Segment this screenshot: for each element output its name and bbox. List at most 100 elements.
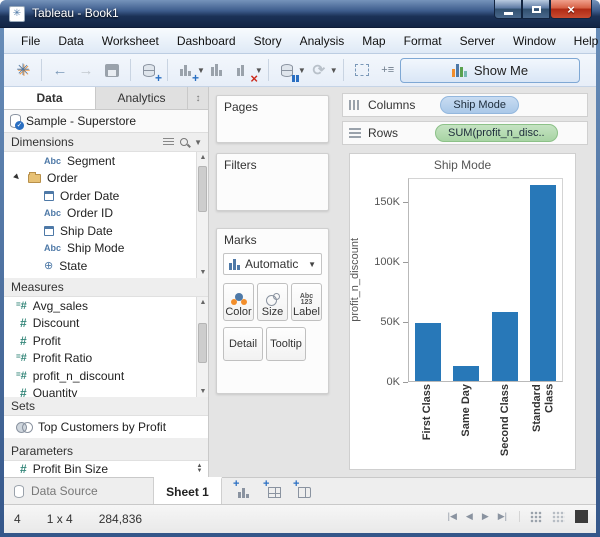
pane-expander-icon[interactable]: ↕	[188, 87, 208, 109]
columns-label: Columns	[368, 98, 415, 112]
pages-card[interactable]: Pages	[216, 95, 329, 143]
undo-icon[interactable]: ←	[49, 59, 71, 81]
measure-profit-n-discount[interactable]: =#profit_n_discount	[4, 367, 208, 385]
label-button[interactable]: Abc123Label	[291, 283, 322, 321]
minimize-button[interactable]	[494, 0, 522, 19]
show-sheets-grid-icon[interactable]	[530, 511, 542, 523]
measures-scrollbar[interactable]: ▲ ▼	[196, 297, 208, 397]
detail-button[interactable]: Detail	[223, 327, 263, 361]
swap-axes-icon[interactable]	[351, 59, 373, 81]
bar-second-class[interactable]	[492, 312, 518, 381]
measure-profit[interactable]: #Profit	[4, 332, 208, 350]
dimension-order-folder[interactable]: ▶Order	[4, 170, 208, 188]
dimension-order-id[interactable]: AbcOrder ID	[4, 205, 208, 223]
tableau-logo-icon[interactable]: ✳	[12, 59, 34, 81]
expander-icon[interactable]: ▶	[12, 173, 23, 184]
save-icon[interactable]	[101, 59, 123, 81]
new-dashboard-icon[interactable]	[266, 484, 282, 498]
menu-story[interactable]: Story	[245, 30, 291, 52]
filters-card[interactable]: Filters	[216, 153, 329, 211]
view-list-icon[interactable]	[163, 138, 174, 147]
menu-dashboard[interactable]: Dashboard	[168, 30, 245, 52]
refresh-icon[interactable]: ⟳	[308, 59, 330, 81]
sheet1-tab[interactable]: Sheet 1	[154, 477, 222, 504]
data-source-tab[interactable]: Data Source	[4, 478, 154, 504]
spin-down-icon[interactable]: ▼	[197, 469, 203, 474]
menu-window[interactable]: Window	[504, 30, 565, 52]
menu-map[interactable]: Map	[353, 30, 394, 52]
venn-icon	[16, 422, 32, 432]
columns-shelf[interactable]: Columns Ship Mode	[342, 93, 588, 117]
prev-page-icon[interactable]: ◀	[466, 511, 473, 522]
dimension-order-date[interactable]: Order Date	[4, 187, 208, 205]
measure-profit-ratio[interactable]: =#Profit Ratio	[4, 350, 208, 368]
title-bar[interactable]: ✳ Tableau - Book1 ×	[0, 0, 600, 28]
pause-updates-caret-icon[interactable]: ▼	[298, 66, 306, 75]
tab-data[interactable]: Data	[4, 87, 96, 109]
bar-same-day[interactable]	[453, 366, 479, 381]
bar-standard-class[interactable]	[530, 185, 556, 381]
duplicate-sheet-icon[interactable]	[207, 59, 229, 81]
measure-quantity[interactable]: #Quantity	[4, 385, 208, 398]
dimensions-scrollbar[interactable]: ▲ ▼	[196, 152, 208, 278]
rows-shelf[interactable]: Rows SUM(profit_n_disc..	[342, 121, 588, 145]
dimension-state[interactable]: ⊕State	[4, 257, 208, 275]
scroll-down-icon[interactable]: ▼	[197, 386, 209, 397]
tableau-app-icon: ✳	[9, 6, 25, 22]
add-data-icon[interactable]	[138, 59, 160, 81]
search-icon[interactable]	[180, 138, 188, 146]
menu-analysis[interactable]: Analysis	[291, 30, 354, 52]
clear-sheet-icon[interactable]	[233, 59, 255, 81]
menu-format[interactable]: Format	[395, 30, 451, 52]
menu-worksheet[interactable]: Worksheet	[93, 30, 168, 52]
redo-icon[interactable]: →	[75, 59, 97, 81]
marks-card: Marks Automatic ▼ Color Size Abc123Label…	[216, 228, 329, 394]
rows-pill[interactable]: SUM(profit_n_disc..	[435, 124, 558, 142]
dimension-ship-mode[interactable]: AbcShip Mode	[4, 240, 208, 258]
parameter-profit-bin-size[interactable]: # Profit Bin Size ▲▼	[4, 461, 208, 477]
tooltip-button[interactable]: Tooltip	[266, 327, 306, 361]
presentation-mode-icon[interactable]	[575, 510, 588, 523]
new-worksheet-tab-icon[interactable]	[236, 484, 252, 498]
color-button[interactable]: Color	[223, 283, 254, 321]
sort-icon[interactable]: +≡	[377, 59, 399, 81]
dimensions-header: Dimensions ▼	[4, 133, 208, 152]
show-filmstrip-icon[interactable]	[552, 511, 565, 523]
bar-first-class[interactable]	[415, 323, 441, 381]
size-button[interactable]: Size	[257, 283, 288, 321]
columns-pill[interactable]: Ship Mode	[440, 96, 519, 114]
menu-data[interactable]: Data	[49, 30, 92, 52]
menu-server[interactable]: Server	[451, 30, 504, 52]
close-button[interactable]: ×	[550, 0, 592, 19]
menu-help[interactable]: Help	[565, 30, 600, 52]
next-page-icon[interactable]: ▶	[482, 511, 489, 522]
marks-label: Marks	[217, 229, 328, 249]
last-page-icon[interactable]: ▶|	[498, 511, 507, 522]
calc-hash-icon: =#	[16, 300, 27, 312]
set-top-customers[interactable]: Top Customers by Profit	[4, 416, 208, 438]
dimension-segment[interactable]: AbcSegment	[4, 152, 208, 170]
pause-updates-icon[interactable]	[276, 59, 298, 81]
dimension-ship-date[interactable]: Ship Date	[4, 222, 208, 240]
first-page-icon[interactable]: |◀	[448, 511, 457, 522]
menu-file[interactable]: File	[12, 30, 49, 52]
spinner-control[interactable]: ▲▼	[193, 464, 206, 474]
measure-avg-sales[interactable]: =#Avg_sales	[4, 297, 208, 315]
datasource-item[interactable]: Sample - Superstore	[4, 110, 208, 133]
scroll-thumb[interactable]	[198, 323, 207, 363]
scroll-thumb[interactable]	[198, 166, 207, 212]
scroll-up-icon[interactable]: ▲	[197, 152, 209, 163]
measure-discount[interactable]: #Discount	[4, 315, 208, 333]
show-me-button[interactable]: Show Me	[400, 58, 580, 83]
pages-label: Pages	[217, 96, 328, 116]
scroll-down-icon[interactable]: ▼	[197, 267, 209, 278]
refresh-caret-icon[interactable]: ▼	[330, 66, 338, 75]
tab-analytics[interactable]: Analytics	[96, 87, 188, 109]
new-worksheet-icon[interactable]	[175, 59, 197, 81]
datasource-label: Sample - Superstore	[26, 114, 136, 128]
scroll-up-icon[interactable]: ▲	[197, 297, 209, 308]
mark-type-dropdown[interactable]: Automatic ▼	[223, 253, 322, 275]
dimensions-menu-caret-icon[interactable]: ▼	[194, 138, 202, 147]
maximize-button[interactable]	[522, 0, 550, 19]
new-story-icon[interactable]	[296, 484, 312, 498]
